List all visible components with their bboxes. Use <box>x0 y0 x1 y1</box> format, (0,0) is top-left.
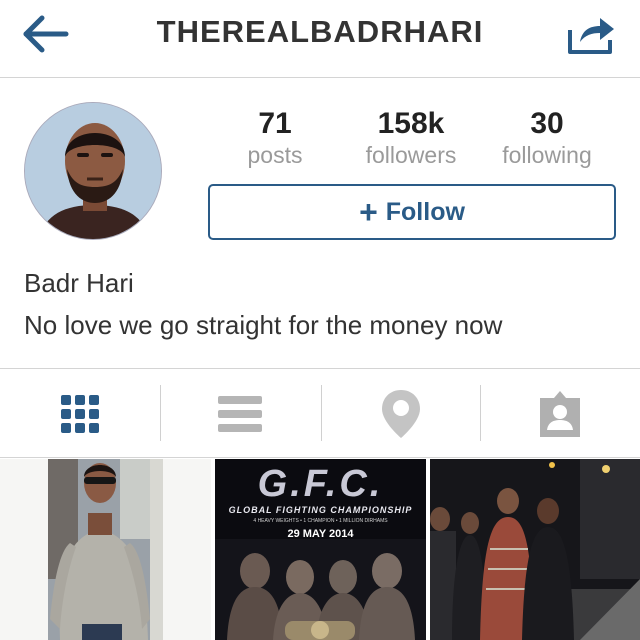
post-thumbnail[interactable]: G.F.C. GLOBAL FIGHTING CHAMPIONSHIP 4 HE… <box>215 459 426 640</box>
followers-count[interactable]: 158k followers <box>341 106 481 168</box>
posts-count[interactable]: 71 posts <box>205 106 345 168</box>
share-icon[interactable] <box>566 12 618 56</box>
tab-list[interactable] <box>160 369 320 459</box>
post-thumbnail[interactable] <box>430 459 640 640</box>
profile-avatar <box>24 102 162 240</box>
list-icon <box>218 396 262 432</box>
profile-view-tabs <box>0 368 640 458</box>
following-label: following <box>502 142 592 168</box>
following-count[interactable]: 30 following <box>477 106 617 168</box>
followers-value: 158k <box>377 107 445 140</box>
poster-date: 29 MAY 2014 <box>287 528 354 540</box>
following-value: 30 <box>530 107 564 140</box>
posts-label: posts <box>247 142 303 168</box>
followers-label: followers <box>365 142 457 168</box>
follow-button[interactable]: + Follow <box>208 184 616 240</box>
grid-icon <box>61 395 99 433</box>
post-photo-man-street <box>0 459 211 640</box>
profile-bio: No love we go straight for the money now <box>24 310 503 340</box>
location-pin-icon <box>382 390 420 438</box>
tagged-person-icon <box>540 391 580 437</box>
username-title: THEREALBADRHARI <box>156 14 484 49</box>
post-thumbnail[interactable] <box>0 459 211 640</box>
tab-grid[interactable] <box>0 369 160 459</box>
follow-label: Follow <box>385 197 465 226</box>
poster-subtitle: GLOBAL FIGHTING CHAMPIONSHIP <box>228 505 413 515</box>
post-photo-group-night <box>430 459 640 640</box>
profile-name: Badr Hari <box>24 268 134 298</box>
posts-value: 71 <box>258 107 292 140</box>
poster-logo: G.F.C. <box>257 463 384 505</box>
tab-location[interactable] <box>321 369 481 459</box>
tab-tagged[interactable] <box>480 369 640 459</box>
poster-tagline: 4 HEAVY WEIGHTS • 1 CHAMPION • 1 MILLION… <box>253 518 388 524</box>
plus-icon: + <box>359 194 378 230</box>
top-bar: THEREALBADRHARI <box>0 0 640 78</box>
